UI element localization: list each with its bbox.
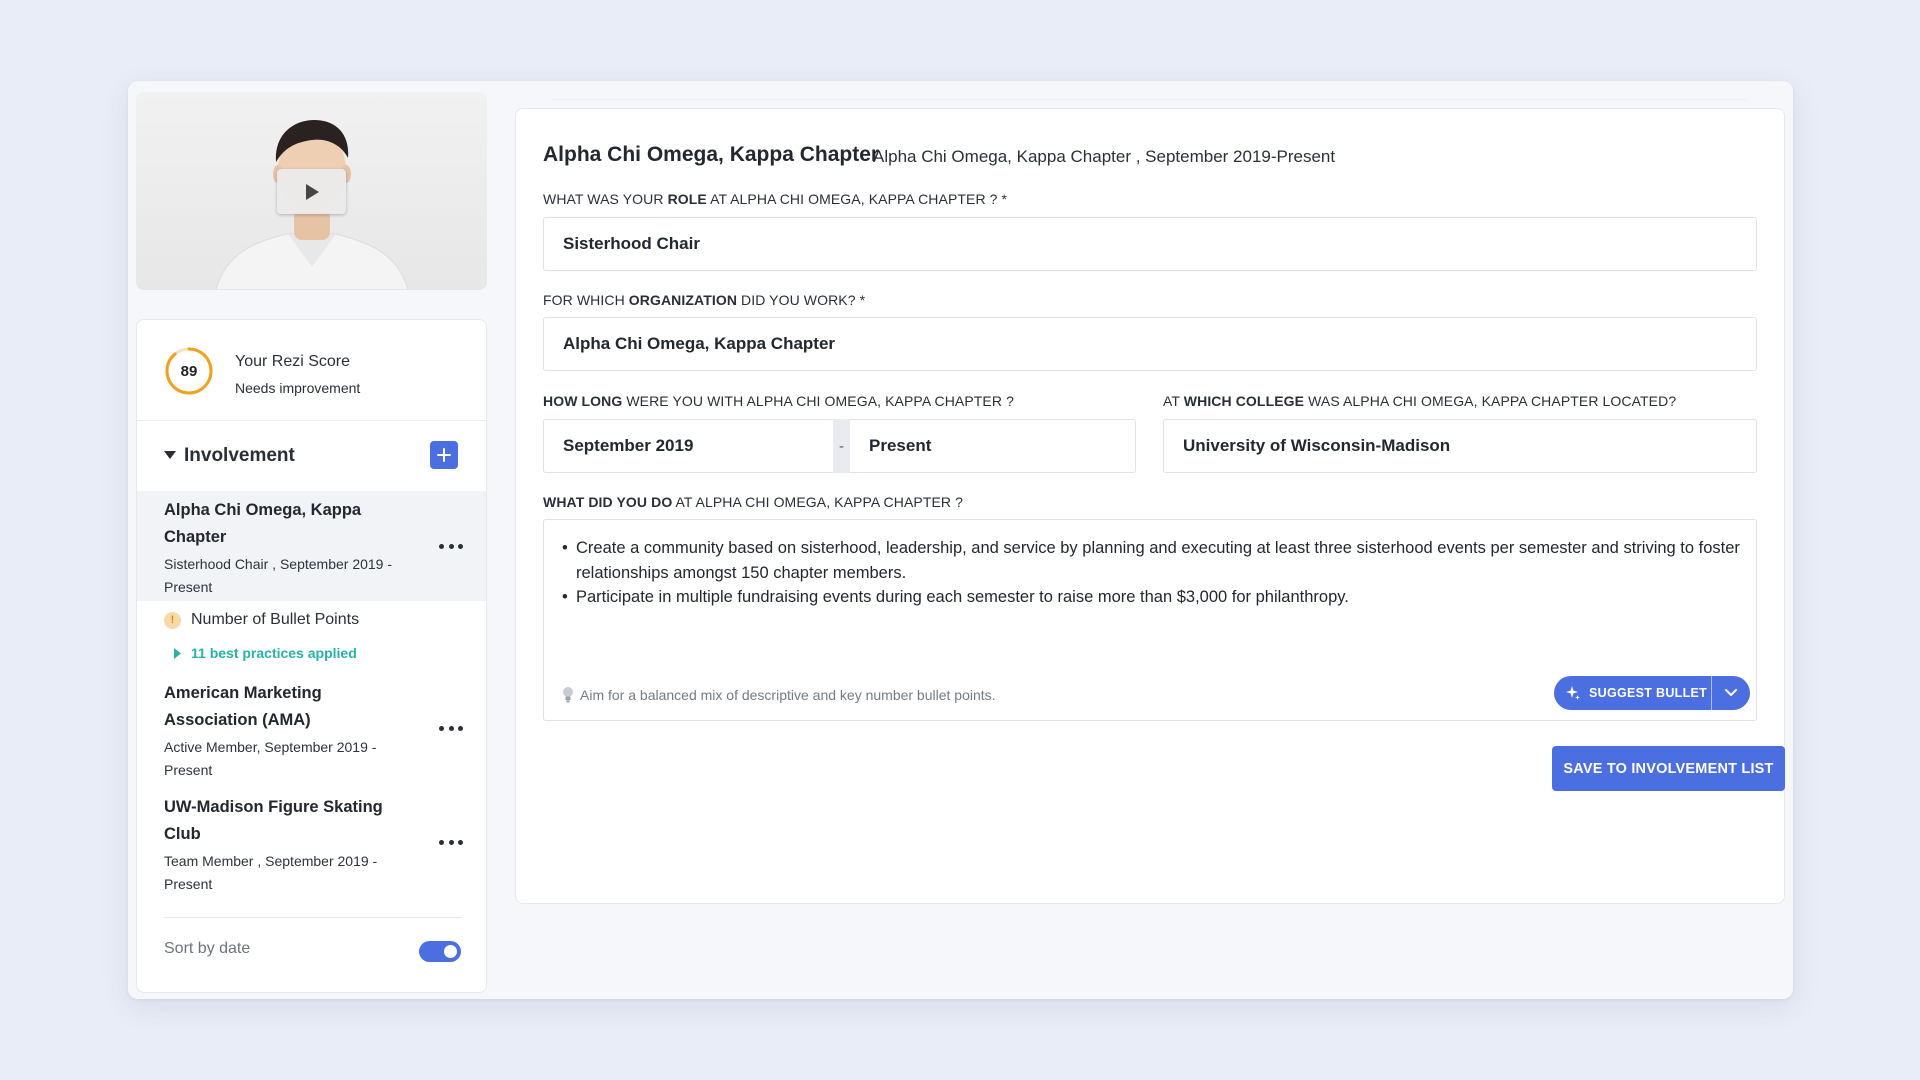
add-involvement-button[interactable] bbox=[430, 441, 458, 469]
more-icon[interactable] bbox=[439, 539, 463, 553]
sort-label: Sort by date bbox=[164, 940, 251, 957]
entry-subtitle: Team Member , September 2019 - Present bbox=[164, 853, 378, 892]
sort-toggle[interactable] bbox=[419, 941, 461, 962]
entry-subtitle: Sisterhood Chair , September 2019 - Pres… bbox=[164, 556, 393, 595]
chevron-down-icon bbox=[1725, 689, 1737, 696]
role-label: WHAT WAS YOUR ROLE AT ALPHA CHI OMEGA, K… bbox=[543, 191, 1008, 207]
save-to-involvement-button[interactable]: SAVE TO INVOLVEMENT LIST bbox=[1552, 746, 1785, 791]
bullet-item[interactable]: Create a community based on sisterhood, … bbox=[562, 536, 1742, 585]
suggest-bullet-main[interactable]: SUGGEST BULLET bbox=[1554, 676, 1712, 710]
app-window: 89 Your Rezi Score Needs improvement Inv… bbox=[128, 81, 1793, 999]
end-date-input[interactable]: Present bbox=[850, 419, 1136, 473]
suggest-bullet-dropdown[interactable] bbox=[1712, 689, 1750, 697]
form-title: Alpha Chi Omega, Kappa Chapter bbox=[543, 143, 880, 166]
start-date-input[interactable]: September 2019 bbox=[543, 419, 833, 473]
role-input[interactable]: Sisterhood Chair bbox=[543, 217, 1757, 271]
sparkle-icon bbox=[1566, 686, 1580, 700]
college-input[interactable]: University of Wisconsin-Madison bbox=[1163, 419, 1757, 473]
description-label: WHAT DID YOU DO AT ALPHA CHI OMEGA, KAPP… bbox=[543, 494, 964, 510]
play-button[interactable] bbox=[277, 169, 346, 214]
more-icon[interactable] bbox=[439, 721, 463, 735]
plus-icon bbox=[437, 448, 451, 462]
suggest-bullet-button[interactable]: SUGGEST BULLET bbox=[1554, 676, 1750, 710]
warning-text: Number of Bullet Points bbox=[191, 611, 360, 628]
entry-title: UW-Madison Figure Skating Club bbox=[164, 798, 383, 843]
score-status: Needs improvement bbox=[235, 380, 361, 396]
bullet-item[interactable]: Participate in multiple fundraising even… bbox=[562, 585, 1742, 610]
card-stack-edge bbox=[549, 99, 1749, 109]
sidebar-panel: 89 Your Rezi Score Needs improvement Inv… bbox=[136, 319, 487, 993]
involvement-entry[interactable]: Alpha Chi Omega, Kappa Chapter Sisterhoo… bbox=[137, 491, 486, 601]
involvement-form: Alpha Chi Omega, Kappa Chapter Alpha Chi… bbox=[515, 99, 1785, 904]
more-icon[interactable] bbox=[439, 835, 463, 849]
college-label: AT WHICH COLLEGE WAS ALPHA CHI OMEGA, KA… bbox=[1163, 393, 1677, 409]
lightbulb-icon bbox=[563, 687, 573, 703]
best-practices-toggle[interactable]: 11 best practices applied bbox=[174, 644, 357, 662]
involvement-section-header: Involvement bbox=[137, 421, 486, 491]
organization-label: FOR WHICH ORGANIZATION DID YOU WORK? * bbox=[543, 292, 866, 308]
best-practices-text: 11 best practices applied bbox=[191, 645, 357, 661]
caret-down-icon[interactable] bbox=[164, 451, 176, 460]
involvement-entry[interactable]: UW-Madison Figure Skating Club Team Memb… bbox=[137, 789, 486, 899]
entry-title: American Marketing Association (AMA) bbox=[164, 684, 322, 729]
writing-hint: Aim for a balanced mix of descriptive an… bbox=[562, 686, 996, 703]
duration-label: HOW LONG WERE YOU WITH ALPHA CHI OMEGA, … bbox=[543, 393, 1014, 409]
feedback-warning[interactable]: ! Number of Bullet Points bbox=[164, 609, 359, 631]
description-textarea[interactable]: Create a community based on sisterhood, … bbox=[543, 519, 1757, 721]
video-thumbnail[interactable] bbox=[136, 92, 487, 290]
score-value: 89 bbox=[180, 362, 198, 380]
divider bbox=[164, 917, 461, 918]
hint-text: Aim for a balanced mix of descriptive an… bbox=[580, 686, 996, 703]
bullet-list[interactable]: Create a community based on sisterhood, … bbox=[562, 536, 1742, 610]
section-title[interactable]: Involvement bbox=[184, 445, 295, 467]
entry-title: Alpha Chi Omega, Kappa Chapter bbox=[164, 501, 362, 546]
caret-right-icon bbox=[174, 647, 181, 659]
form-subtitle: Alpha Chi Omega, Kappa Chapter , Septemb… bbox=[873, 147, 1336, 166]
rezi-score[interactable]: 89 Your Rezi Score Needs improvement bbox=[137, 320, 486, 421]
suggest-bullet-label: SUGGEST BULLET bbox=[1589, 686, 1708, 700]
date-separator: - bbox=[833, 419, 850, 473]
score-title: Your Rezi Score bbox=[235, 353, 351, 370]
warning-icon: ! bbox=[164, 611, 181, 629]
entry-subtitle: Active Member, September 2019 - Present bbox=[164, 739, 377, 778]
play-icon bbox=[305, 183, 319, 200]
organization-input[interactable]: Alpha Chi Omega, Kappa Chapter bbox=[543, 317, 1757, 371]
involvement-entry[interactable]: American Marketing Association (AMA) Act… bbox=[137, 675, 486, 785]
